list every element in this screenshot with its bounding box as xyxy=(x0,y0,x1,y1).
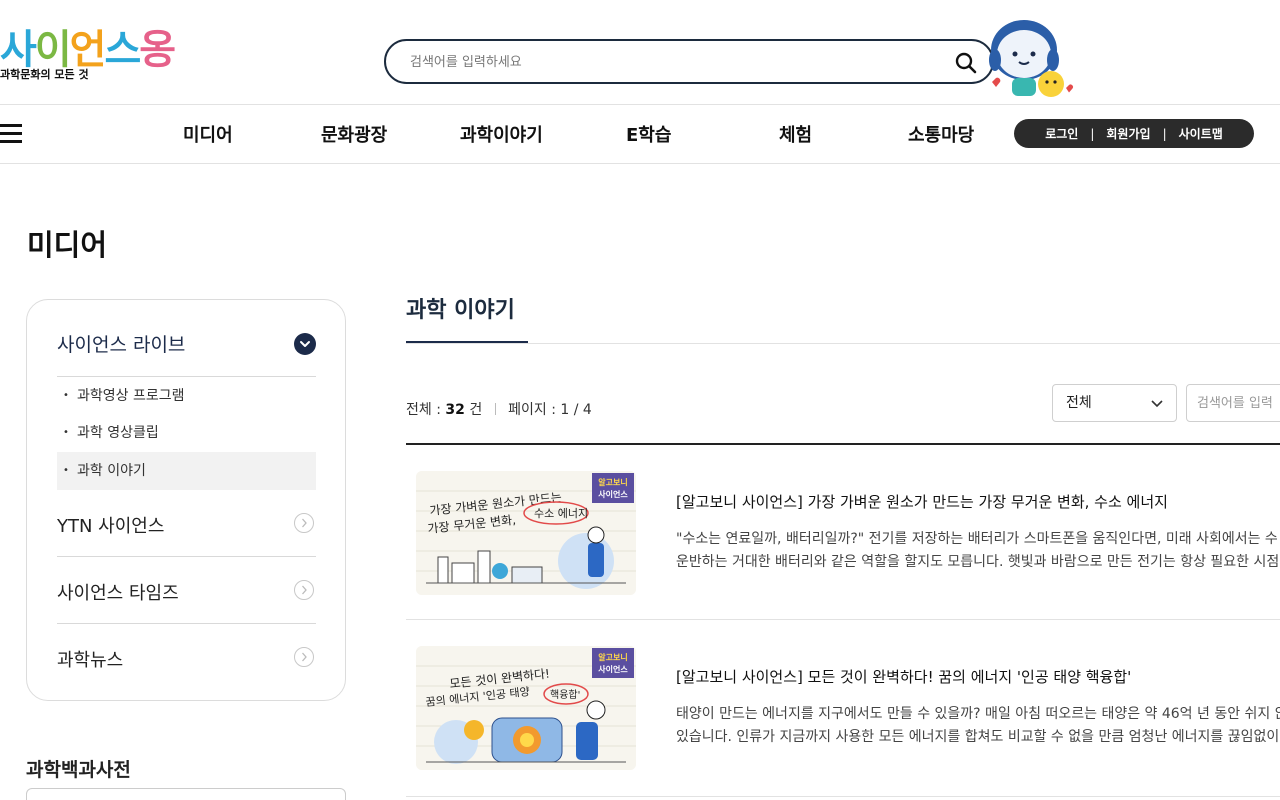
description-line: 태양이 만드는 에너지를 지구에서도 만들 수 있을까? 매일 아침 떠오르는 … xyxy=(676,706,1280,722)
search-button[interactable] xyxy=(954,51,978,75)
gnb-bottom-border xyxy=(0,163,1280,164)
count-separator xyxy=(494,403,496,415)
menu-button[interactable] xyxy=(0,124,22,144)
list-item-title[interactable]: [알고보니 사이언스] 모든 것이 완벽하다! 꿈의 에너지 '인공 태양 핵융… xyxy=(676,666,1131,687)
menu-icon xyxy=(0,124,22,127)
gnb-experience[interactable]: 체험 xyxy=(779,121,812,147)
lnb-item-science-news[interactable]: 과학뉴스 xyxy=(57,624,316,691)
sitemap-link[interactable]: 사이트맵 xyxy=(1167,125,1235,142)
lnb-item-science-times[interactable]: 사이언스 타임즈 xyxy=(57,557,316,624)
site-logo[interactable]: 사이언스옹 과학문화의 모든 것 xyxy=(0,30,190,92)
dictionary-search-input[interactable] xyxy=(26,788,346,800)
lnb-sub-science-story[interactable]: 과학 이야기 xyxy=(57,452,316,490)
section-title: 과학 이야기 xyxy=(406,298,515,323)
chevron-right-icon xyxy=(294,647,314,667)
search-input[interactable] xyxy=(410,51,930,73)
chevron-right-icon xyxy=(294,580,314,600)
lnb-item-label: 사이언스 타임즈 xyxy=(57,583,179,604)
list-count: 전체 : 32 건 페이지 : 1 / 4 xyxy=(406,399,592,419)
total-unit: 건 xyxy=(469,402,483,418)
list-item-description: "수소는 연료일까, 배터리일까?" 전기를 저장하는 배터리가 스마트폰을 움… xyxy=(676,528,1280,574)
lnb-collapse-toggle[interactable] xyxy=(294,333,316,355)
description-line: 있습니다. 인류가 지금까지 사용한 모든 에너지를 합쳐도 비교할 수 없을 … xyxy=(676,729,1280,745)
thumbnail-highlight: 핵융합' xyxy=(550,689,580,701)
lnb-item-label: 과학뉴스 xyxy=(57,650,124,671)
list-top-border xyxy=(406,443,1280,445)
login-link[interactable]: 로그인 xyxy=(1033,125,1090,142)
description-line: 운반하는 거대한 배터리와 같은 역할을 할지도 모릅니다. 햇빛과 바람으로 … xyxy=(676,554,1280,570)
total-value: 32 xyxy=(445,402,465,418)
mascot-icon xyxy=(989,20,1073,97)
signup-link[interactable]: 회원가입 xyxy=(1094,125,1162,142)
lnb-item-ytn-science[interactable]: YTN 사이언스 xyxy=(57,490,316,557)
list-item-divider xyxy=(406,619,1280,620)
gnb-top-border xyxy=(0,104,1280,105)
list-search-input[interactable] xyxy=(1197,393,1280,413)
list-search-box xyxy=(1186,384,1280,422)
search-icon xyxy=(955,52,977,74)
gnb-science-story[interactable]: 과학이야기 xyxy=(460,121,543,147)
badge-line-2: 사이언스 xyxy=(598,489,628,499)
logo-wordmark: 사이언스옹 xyxy=(0,27,176,73)
gnb-culture-plaza[interactable]: 문화광장 xyxy=(321,121,387,147)
chevron-down-icon xyxy=(300,341,310,347)
list-item-title[interactable]: [알고보니 사이언스] 가장 가벼운 원소가 만드는 가장 무거운 변화, 수소… xyxy=(676,491,1168,512)
util-menu: 로그인 | 회원가입 | 사이트맵 xyxy=(1014,119,1254,148)
chevron-down-icon xyxy=(1151,400,1163,408)
badge-line-1: 알고보니 xyxy=(598,652,627,662)
thumbnail-illustration: 알고보니 사이언스 모든 것이 완벽하다! 꿈의 에너지 '인공 태양 핵융합' xyxy=(416,646,636,770)
mascot-character[interactable] xyxy=(978,16,1078,106)
lnb-sub-video-program[interactable]: 과학영상 프로그램 xyxy=(57,377,316,415)
section-divider xyxy=(406,343,1280,344)
badge-line-2: 사이언스 xyxy=(598,664,628,674)
thumbnail-illustration: 알고보니 사이언스 가장 가벼운 원소가 만드는 가장 무거운 변화, 수소 에… xyxy=(416,471,636,595)
description-line: "수소는 연료일까, 배터리일까?" 전기를 저장하는 배터리가 스마트폰을 움… xyxy=(676,531,1278,547)
gnb-communication[interactable]: 소통마당 xyxy=(908,121,974,147)
chevron-right-icon xyxy=(294,513,314,533)
menu-icon-bar xyxy=(0,140,22,143)
badge-line-1: 알고보니 xyxy=(598,477,627,487)
page-label: 페이지 : xyxy=(508,402,556,418)
page-value: 1 / 4 xyxy=(560,402,592,418)
list-item-divider xyxy=(406,796,1280,797)
category-select-value: 전체 xyxy=(1066,395,1092,411)
list-item[interactable]: 알고보니 사이언스 가장 가벼운 원소가 만드는 가장 무거운 변화, 수소 에… xyxy=(406,471,1280,646)
menu-icon-bar xyxy=(0,132,22,135)
lnb-sub-video-clip[interactable]: 과학 영상클립 xyxy=(57,414,316,452)
global-search xyxy=(384,39,994,84)
thumbnail-highlight: 수소 에너지 xyxy=(534,507,588,520)
page-title: 미디어 xyxy=(27,228,108,262)
list-item-description: 태양이 만드는 에너지를 지구에서도 만들 수 있을까? 매일 아침 떠오르는 … xyxy=(676,703,1280,749)
side-navigation: 사이언스 라이브 과학영상 프로그램 과학 영상클립 과학 이야기 YTN 사이… xyxy=(26,299,346,701)
category-select[interactable]: 전체 xyxy=(1052,384,1177,422)
list-item-thumbnail[interactable]: 알고보니 사이언스 모든 것이 완벽하다! 꿈의 에너지 '인공 태양 핵융합' xyxy=(416,646,636,770)
lnb-item-label: YTN 사이언스 xyxy=(57,516,165,537)
total-label: 전체 : xyxy=(406,402,441,418)
list-item[interactable]: 알고보니 사이언스 모든 것이 완벽하다! 꿈의 에너지 '인공 태양 핵융합'… xyxy=(406,646,1280,800)
list-item-thumbnail[interactable]: 알고보니 사이언스 가장 가벼운 원소가 만드는 가장 무거운 변화, 수소 에… xyxy=(416,471,636,595)
gnb-media[interactable]: 미디어 xyxy=(183,121,233,147)
lnb-group-label: 사이언스 라이브 xyxy=(57,334,186,356)
logo-subtitle: 과학문화의 모든 것 xyxy=(0,68,89,81)
gnb-e-learning[interactable]: E학습 xyxy=(626,121,671,147)
dictionary-title: 과학백과사전 xyxy=(26,759,131,781)
